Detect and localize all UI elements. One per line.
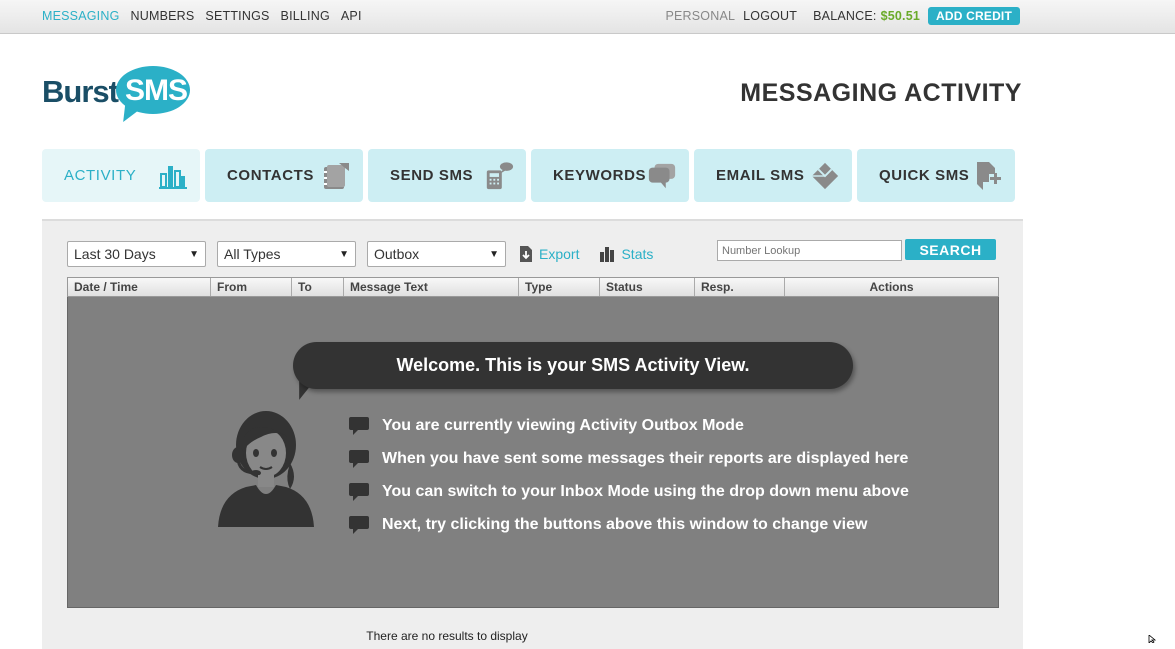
quick-add-icon [973, 161, 1003, 191]
support-agent-icon [216, 407, 316, 537]
type-select[interactable]: All Types ▼ [217, 241, 356, 267]
column-header-response[interactable]: Resp. [695, 278, 785, 296]
burstsms-logo[interactable]: Burst SMS [42, 66, 192, 127]
section-tabs: ACTIVITY CONTACTS SEND SMS KEYWORDS EMAI… [42, 149, 1015, 202]
nav-api[interactable]: API [341, 9, 362, 23]
mouse-cursor-icon [1148, 630, 1158, 648]
bullet-text: You are currently viewing Activity Outbo… [382, 416, 744, 434]
logout-link[interactable]: LOGOUT [743, 9, 797, 23]
chevron-down-icon: ▼ [489, 248, 499, 260]
balance-value: $50.51 [880, 9, 920, 23]
top-bar: MESSAGING NUMBERS SETTINGS BILLING API P… [0, 0, 1175, 34]
table-header: Date / Time From To Message Text Type St… [67, 277, 999, 297]
envelope-icon [810, 161, 840, 191]
logo-text-sms: SMS [125, 74, 188, 107]
nav-billing[interactable]: BILLING [281, 9, 330, 23]
column-header-status[interactable]: Status [600, 278, 695, 296]
logo-text-burst: Burst [42, 74, 119, 109]
column-header-message-text[interactable]: Message Text [344, 278, 519, 296]
no-results-message: There are no results to display [366, 629, 528, 643]
tab-label: CONTACTS [227, 167, 315, 184]
bullet-text: You can switch to your Inbox Mode using … [382, 482, 909, 500]
speech-bubble-icon [647, 161, 677, 191]
chevron-down-icon: ▼ [339, 248, 349, 260]
chat-bubble-icon [348, 449, 382, 469]
chat-bubble-icon [348, 416, 382, 436]
list-item: When you have sent some messages their r… [348, 442, 909, 475]
export-file-icon [519, 245, 533, 263]
period-select-value: Last 30 Days [74, 246, 156, 262]
nav-settings[interactable]: SETTINGS [205, 9, 269, 23]
tab-activity[interactable]: ACTIVITY [42, 149, 200, 202]
type-select-value: All Types [224, 246, 281, 262]
list-item: You can switch to your Inbox Mode using … [348, 475, 909, 508]
bar-chart-icon [158, 161, 188, 191]
tab-label: ACTIVITY [64, 167, 137, 184]
nav-numbers[interactable]: NUMBERS [131, 9, 195, 23]
welcome-bubble: Welcome. This is your SMS Activity View. [293, 342, 853, 389]
page-title: MESSAGING ACTIVITY [740, 79, 1022, 107]
contacts-book-icon [321, 161, 351, 191]
stats-link[interactable]: Stats [599, 246, 653, 262]
tab-label: SEND SMS [390, 167, 474, 184]
account-type: PERSONAL [665, 9, 736, 23]
welcome-view: Welcome. This is your SMS Activity View. [67, 297, 999, 608]
tab-email-sms[interactable]: EMAIL SMS [694, 149, 852, 202]
column-header-to[interactable]: To [292, 278, 344, 296]
chat-bubble-icon [348, 515, 382, 535]
tab-label: KEYWORDS [553, 167, 647, 184]
mode-select-value: Outbox [374, 246, 420, 262]
period-select[interactable]: Last 30 Days ▼ [67, 241, 206, 267]
stats-bars-icon [599, 246, 615, 262]
account-area: PERSONAL LOGOUT BALANCE: $50.51 ADD CRED… [665, 7, 1020, 25]
mode-select[interactable]: Outbox ▼ [367, 241, 506, 267]
add-credit-button[interactable]: ADD CREDIT [928, 7, 1020, 25]
bullet-text: Next, try clicking the buttons above thi… [382, 515, 868, 533]
welcome-bullets: You are currently viewing Activity Outbo… [348, 409, 909, 541]
column-header-actions: Actions [869, 280, 914, 294]
filter-bar: Last 30 Days ▼ All Types ▼ Outbox ▼ Expo… [67, 241, 671, 267]
tab-label: QUICK SMS [879, 167, 970, 184]
nav-messaging[interactable]: MESSAGING [42, 9, 120, 23]
activity-panel: Last 30 Days ▼ All Types ▼ Outbox ▼ Expo… [42, 219, 1023, 649]
chevron-down-icon: ▼ [189, 248, 199, 260]
phone-message-icon [484, 161, 514, 191]
welcome-title: Welcome. This is your SMS Activity View. [396, 355, 750, 375]
tab-keywords[interactable]: KEYWORDS [531, 149, 689, 202]
stats-label: Stats [621, 246, 654, 262]
list-item: Next, try clicking the buttons above thi… [348, 508, 909, 541]
chat-bubble-icon [348, 482, 382, 502]
search-button[interactable]: SEARCH [905, 239, 996, 260]
tab-label: EMAIL SMS [716, 167, 805, 184]
tab-send-sms[interactable]: SEND SMS [368, 149, 526, 202]
tab-contacts[interactable]: CONTACTS [205, 149, 363, 202]
balance-label: BALANCE: [813, 9, 877, 23]
list-item: You are currently viewing Activity Outbo… [348, 409, 909, 442]
export-link[interactable]: Export [519, 245, 579, 263]
tab-quick-sms[interactable]: QUICK SMS [857, 149, 1015, 202]
column-header-from[interactable]: From [211, 278, 292, 296]
column-header-type[interactable]: Type [519, 278, 600, 296]
export-label: Export [539, 246, 580, 262]
top-nav: MESSAGING NUMBERS SETTINGS BILLING API [42, 9, 362, 23]
bullet-text: When you have sent some messages their r… [382, 449, 909, 467]
number-lookup-input[interactable] [717, 240, 902, 261]
column-header-datetime[interactable]: Date / Time [68, 278, 211, 296]
